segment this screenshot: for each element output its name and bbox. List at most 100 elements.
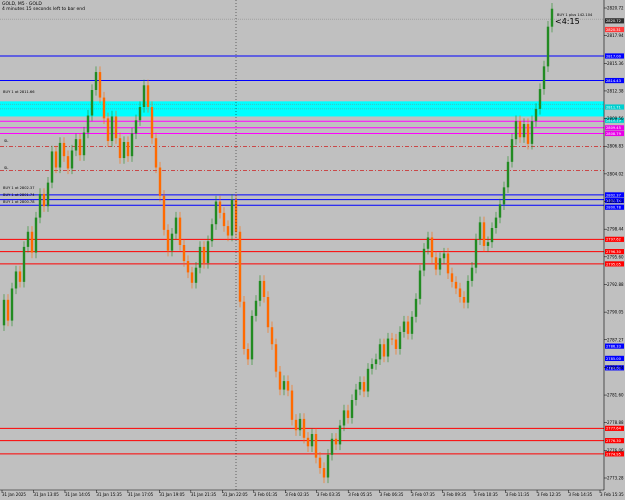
candle-body (462, 296, 466, 303)
candle-body (154, 138, 158, 168)
candle-body (22, 246, 26, 282)
time-tick-label: 31 Jan 2025 (2, 492, 26, 497)
price-chart[interactable]: 2820.722820.312817.002814.432811.712810.… (0, 0, 625, 500)
candle-body (510, 139, 514, 162)
price-tag-8: 2802.37 (605, 192, 624, 198)
price-tag-15: 2785.00 (605, 355, 624, 362)
price-tag-text: 2785.00 (606, 357, 622, 361)
candle-body (166, 229, 170, 251)
candle-body (202, 246, 206, 263)
price-tag-6: 2809.45 (605, 125, 624, 131)
time-tick-label: 3 Feb 02:35 (285, 492, 309, 497)
candle-body (18, 271, 22, 282)
candle-body (434, 257, 438, 270)
candle-body (354, 389, 358, 400)
candle-body (2, 299, 6, 326)
price-tick-label: 2820.72 (607, 6, 624, 11)
candle-body (246, 348, 250, 360)
time-tick-label: 3 Feb 06:35 (380, 492, 404, 497)
candle-body (90, 90, 94, 116)
candle-body (206, 241, 210, 263)
candle-body (158, 167, 162, 196)
candle-body (306, 437, 310, 447)
candle-body (82, 132, 86, 156)
candle-body (86, 115, 90, 133)
candle-body (310, 434, 314, 447)
candle-body (106, 118, 110, 142)
candle-136 (546, 21, 550, 73)
price-tag-text: 2820.31 (606, 28, 621, 32)
candle-body (482, 222, 486, 246)
candle-body (294, 419, 298, 431)
candle-body (530, 121, 534, 144)
candle-body (458, 288, 462, 297)
candle-body (98, 72, 102, 98)
candle-body (286, 381, 290, 391)
time-tick-label: 3 Feb 05:35 (348, 492, 372, 497)
candle-body (130, 133, 134, 157)
price-tick-label: 2815.36 (607, 61, 624, 66)
candle-body (46, 182, 50, 207)
candle-body (78, 139, 82, 156)
price-tick-label: 2809.56 (607, 116, 624, 121)
candle-body (538, 89, 542, 109)
candle-body (478, 222, 482, 240)
candle-2 (10, 282, 14, 327)
sl1-label: SL (4, 139, 8, 143)
candle-body (74, 139, 78, 151)
candle-body (390, 338, 394, 340)
candle-body (114, 116, 118, 139)
candle-40 (162, 190, 166, 236)
time-tick-label: 3 Feb 07:35 (411, 492, 435, 497)
candle-body (26, 231, 30, 247)
candle-body (142, 85, 146, 108)
candle-body (382, 344, 386, 357)
candle-body (442, 253, 446, 259)
price-tag-10: 2800.78 (605, 204, 624, 210)
price-tag-text: 2811.71 (606, 105, 621, 109)
candle-118 (474, 233, 478, 274)
candle-body (250, 315, 254, 360)
candle-body (518, 121, 522, 138)
candle-body (262, 280, 266, 297)
price-tick-label: 2798.44 (607, 227, 624, 232)
candle-body (358, 382, 362, 390)
candle-body (498, 204, 502, 218)
candle-body (450, 273, 454, 282)
price-tick-label: 2784.44 (607, 365, 624, 370)
price-tag-11: 2797.62 (605, 236, 624, 242)
candle-body (470, 267, 474, 281)
price-tick-label: 2801.22 (607, 199, 624, 204)
candle-body (454, 281, 458, 289)
countdown-label: <4:15 (555, 17, 580, 26)
candle-body (218, 201, 222, 213)
time-tick-label: 31 Jan 15:35 (96, 492, 122, 497)
candle-62 (250, 310, 254, 366)
candle-66 (266, 291, 270, 333)
price-tick-label: 2776.06 (607, 448, 624, 453)
timer-line: 4 minutes 15 seconds left to bar end (2, 6, 85, 12)
candle-body (546, 26, 550, 67)
candle-37 (150, 101, 154, 144)
candle-body (54, 151, 58, 168)
candle-body (38, 193, 42, 218)
candle-body (70, 150, 74, 169)
candle-body (134, 120, 138, 134)
candle-body (50, 151, 54, 183)
time-tick-label: 31 Jan 17:05 (128, 492, 154, 497)
candle-body (66, 156, 70, 169)
price-tag-17: 2777.64 (605, 425, 624, 431)
time-tick-label: 31 Jan 21:35 (191, 492, 217, 497)
candle-body (422, 248, 426, 271)
time-tick-label: 31 Jan 14:05 (65, 492, 91, 497)
candle-body (194, 267, 198, 283)
candle-72 (290, 384, 294, 426)
candle-body (190, 272, 194, 283)
price-tag-4: 2811.71 (605, 104, 624, 110)
buy2-label: BUY 1 at 2801.74 (3, 193, 35, 197)
candle-body (350, 399, 354, 418)
candle-body (438, 258, 442, 270)
buy3-label: BUY 1 at 2800.78 (3, 200, 35, 204)
time-tick-label: 3 Feb 14:35 (569, 492, 593, 497)
candle-body (386, 338, 390, 357)
